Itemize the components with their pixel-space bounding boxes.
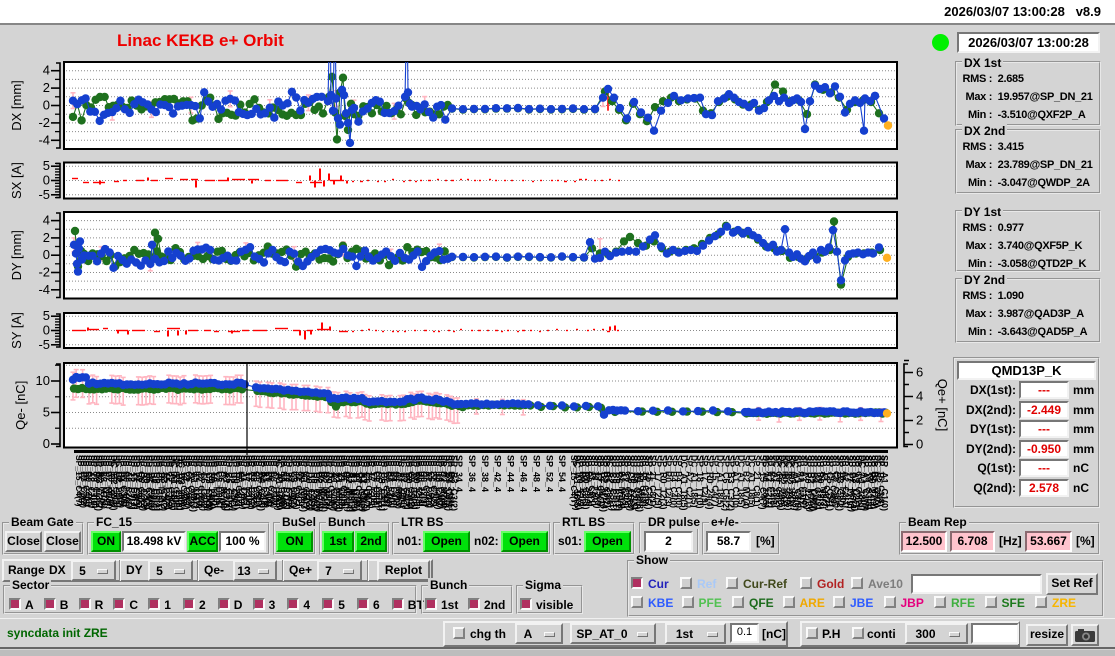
svg-text:SP_44_4: SP_44_4 — [506, 455, 516, 492]
svg-text:SX [A]: SX [A] — [9, 162, 24, 199]
svg-text:6: 6 — [916, 365, 923, 380]
svg-text:Qe- [nC]: Qe- [nC] — [13, 381, 28, 430]
svg-text:2: 2 — [43, 80, 50, 95]
svg-text:SP_42_4: SP_42_4 — [493, 455, 503, 492]
svg-text:5: 5 — [43, 158, 50, 173]
svg-text:DX [mm]: DX [mm] — [9, 80, 24, 131]
svg-text:SP_54_4: SP_54_4 — [557, 455, 567, 492]
svg-text:4: 4 — [43, 213, 50, 228]
svg-text:SP_36_4: SP_36_4 — [467, 455, 477, 492]
svg-text:5: 5 — [43, 405, 50, 420]
svg-text:0: 0 — [916, 437, 923, 452]
svg-text:-5: -5 — [38, 337, 50, 352]
svg-text:-2: -2 — [38, 265, 50, 280]
svg-text:Qe+ [nC]: Qe+ [nC] — [935, 379, 950, 431]
svg-text:4: 4 — [916, 389, 923, 404]
svg-text:5: 5 — [43, 308, 50, 323]
svg-text:SP_52_4: SP_52_4 — [544, 455, 554, 492]
svg-text:SP_48_4: SP_48_4 — [531, 455, 541, 492]
svg-text:-2: -2 — [38, 115, 50, 130]
svg-text:-4: -4 — [38, 282, 50, 297]
svg-text:DY [mm]: DY [mm] — [9, 230, 24, 280]
svg-text:0: 0 — [43, 98, 50, 113]
svg-text:0: 0 — [43, 247, 50, 262]
svg-text:4: 4 — [43, 63, 50, 78]
svg-text:0: 0 — [43, 173, 50, 188]
svg-text:SY [A]: SY [A] — [9, 312, 24, 349]
svg-text:-5: -5 — [38, 187, 50, 202]
svg-text:SP_34_4: SP_34_4 — [454, 455, 464, 492]
svg-text:2: 2 — [916, 413, 923, 428]
svg-text:SP_46_4: SP_46_4 — [519, 455, 529, 492]
svg-text:2: 2 — [43, 230, 50, 245]
svg-text:SP_A1_C1(0): SP_A1_C1(0) — [880, 455, 890, 511]
svg-text:10: 10 — [36, 373, 50, 388]
svg-text:0: 0 — [43, 436, 50, 451]
svg-text:SP_38_4: SP_38_4 — [480, 455, 490, 492]
svg-text:-4: -4 — [38, 132, 50, 147]
svg-text:0: 0 — [43, 323, 50, 338]
